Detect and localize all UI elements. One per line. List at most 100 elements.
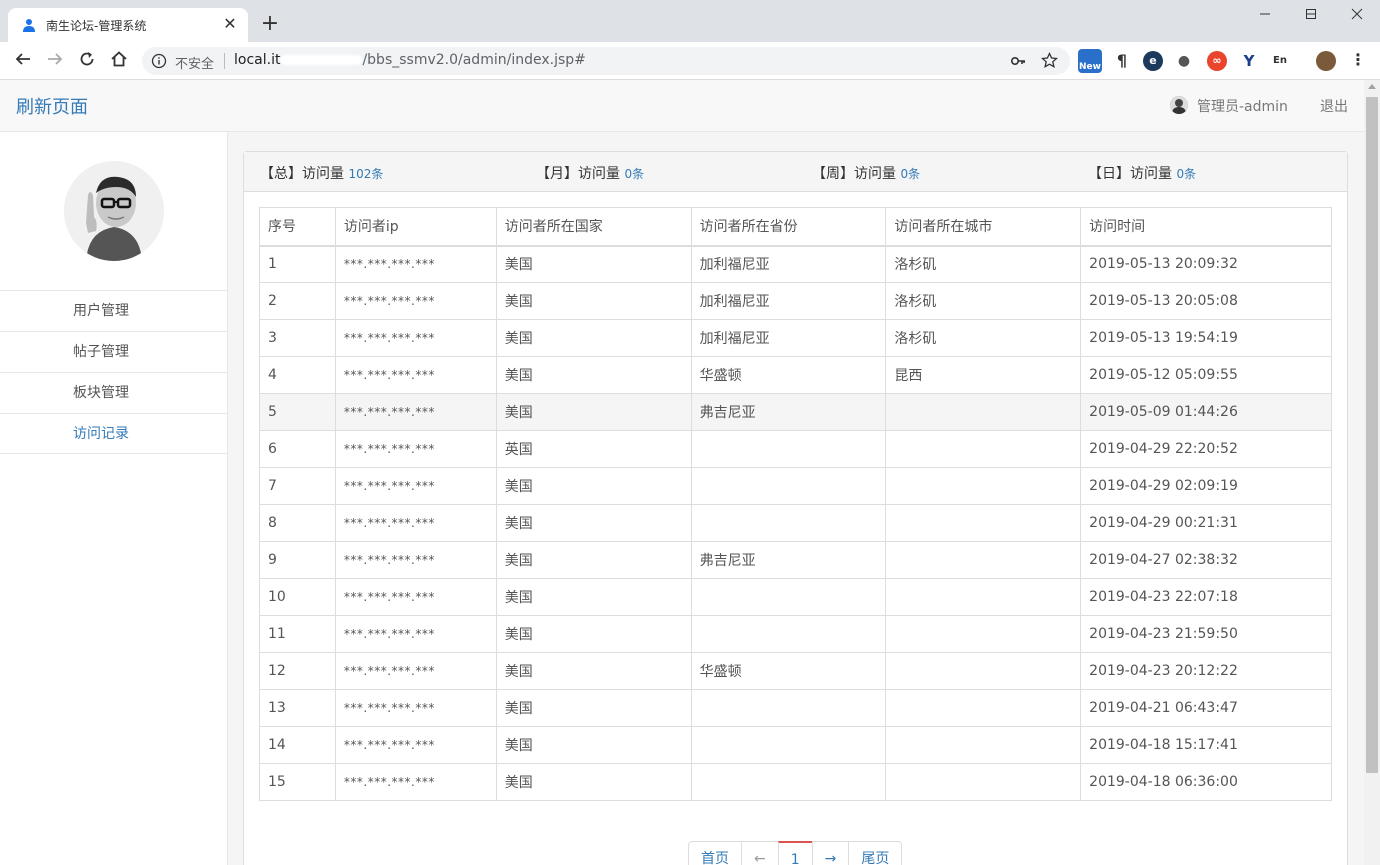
info-icon[interactable] <box>151 53 167 73</box>
extension-new-icon[interactable]: New <box>1078 49 1102 73</box>
browser-tab-bar: 南生论坛-管理系统 ✕ + <box>0 0 1380 42</box>
prev-page-button[interactable]: ← <box>741 841 779 865</box>
table-cell <box>690 726 887 764</box>
table-cell: 美国 <box>495 282 692 320</box>
scroll-thumb[interactable] <box>1366 97 1378 773</box>
key-icon[interactable] <box>1010 53 1026 73</box>
extension-v-icon[interactable]: Y <box>1239 51 1259 71</box>
home-icon[interactable] <box>108 50 130 72</box>
table-cell: 14 <box>259 726 336 764</box>
scroll-up-arrow[interactable] <box>1368 84 1376 89</box>
sidebar-item-visit-log[interactable]: 访问记录 <box>0 413 227 454</box>
extension-e-icon[interactable]: e <box>1143 51 1163 71</box>
first-page-button[interactable]: 首页 <box>688 841 742 865</box>
close-window-icon[interactable] <box>1334 4 1380 28</box>
browser-toolbar: 不安全 local.it/bbs_ssmv2.0/admin/index.jsp… <box>0 42 1380 80</box>
table-row: 12 ***.***.***.*** 美国 华盛顿 2019-04-23 20:12:2… <box>259 652 1332 690</box>
logout-link[interactable]: 退出 <box>1320 96 1348 116</box>
sidebar-item-posts[interactable]: 帖子管理 <box>0 331 227 372</box>
table-cell <box>885 393 1082 431</box>
table-cell: 8 <box>259 504 336 542</box>
menu-kebab-icon[interactable]: ⋮ <box>1348 51 1368 71</box>
table-cell: ***.***.***.*** <box>334 356 497 394</box>
table-row: 11 ***.***.***.*** 美国 2019-04-23 21:59:50 <box>259 615 1332 653</box>
table-cell <box>885 652 1082 690</box>
table-cell: 10 <box>259 578 336 616</box>
table-cell: ***.***.***.*** <box>334 763 497 801</box>
url-text[interactable]: local.it/bbs_ssmv2.0/admin/index.jsp# <box>234 52 586 68</box>
close-tab-icon[interactable]: ✕ <box>220 14 240 34</box>
extension-bulb-icon[interactable]: ● <box>1174 51 1194 71</box>
last-page-button[interactable]: 尾页 <box>848 841 903 865</box>
table-cell: 美国 <box>495 652 692 690</box>
visit-stats: 【总】访问量 102条 【月】访问量 0条 【周】访问量 0条 【日】访问量 0… <box>244 152 1347 192</box>
forward-icon[interactable] <box>44 50 66 72</box>
maximize-icon[interactable] <box>1288 4 1334 28</box>
column-header: 访问时间 <box>1080 207 1332 247</box>
table-row: 9 ***.***.***.*** 美国 弗吉尼亚 2019-04-27 02:38:3… <box>259 541 1332 579</box>
table-cell <box>690 578 887 616</box>
extension-translate-icon[interactable]: En <box>1270 51 1290 71</box>
table-cell: 美国 <box>495 393 692 431</box>
table-cell: 美国 <box>495 541 692 579</box>
next-page-button[interactable]: → <box>811 841 850 865</box>
sidebar-item-users[interactable]: 用户管理 <box>0 290 227 331</box>
sidebar-item-boards[interactable]: 板块管理 <box>0 372 227 413</box>
table-cell: ***.***.***.*** <box>334 615 497 653</box>
table-cell: 11 <box>259 615 336 653</box>
current-page-button[interactable]: 1 <box>777 841 813 865</box>
profile-avatar-icon[interactable] <box>1316 51 1336 71</box>
column-header: 访问者所在城市 <box>885 207 1082 247</box>
table-cell: ***.***.***.*** <box>334 652 497 690</box>
table-cell: 2019-04-29 00:21:31 <box>1080 504 1332 542</box>
table-cell: 洛杉矶 <box>885 319 1082 357</box>
table-row: 7 ***.***.***.*** 美国 2019-04-29 02:09:19 <box>259 467 1332 505</box>
extension-pilcrow-icon[interactable]: ¶ <box>1112 51 1132 71</box>
divider <box>224 53 225 69</box>
table-cell: 13 <box>259 689 336 727</box>
table-cell <box>690 467 887 505</box>
page-scrollbar[interactable] <box>1364 80 1380 865</box>
url-host: local.it <box>234 52 281 68</box>
minimize-icon[interactable] <box>1242 4 1288 28</box>
sidebar-item-label: 帖子管理 <box>73 344 129 360</box>
table-cell: 弗吉尼亚 <box>690 393 887 431</box>
table-row: 15 ***.***.***.*** 美国 2019-04-18 06:36:00 <box>259 763 1332 801</box>
table-cell: 15 <box>259 763 336 801</box>
table-cell: ***.***.***.*** <box>334 689 497 727</box>
table-cell: 2019-05-12 05:09:55 <box>1080 356 1332 394</box>
user-favicon-icon <box>22 18 36 32</box>
main-content: 【总】访问量 102条 【月】访问量 0条 【周】访问量 0条 【日】访问量 0… <box>228 132 1364 865</box>
visit-log-panel: 【总】访问量 102条 【月】访问量 0条 【周】访问量 0条 【日】访问量 0… <box>243 151 1348 865</box>
stat-week-label: 【周】访问量 <box>812 166 896 182</box>
url-path: /bbs_ssmv2.0/admin/index.jsp# <box>362 52 586 68</box>
stat-day-label: 【日】访问量 <box>1088 166 1172 182</box>
pagination: 首页 ← 1 → 尾页 <box>688 841 903 865</box>
refresh-page-link[interactable]: 刷新页面 <box>16 93 88 119</box>
star-icon[interactable] <box>1040 51 1059 73</box>
table-cell: 2019-04-29 02:09:19 <box>1080 467 1332 505</box>
table-cell: 2019-04-23 21:59:50 <box>1080 615 1332 653</box>
table-row: 13 ***.***.***.*** 美国 2019-04-21 06:43:47 <box>259 689 1332 727</box>
stat-total: 【总】访问量 102条 <box>260 163 383 183</box>
table-cell <box>885 578 1082 616</box>
table-cell <box>885 504 1082 542</box>
table-cell: 12 <box>259 652 336 690</box>
stat-month-value: 0条 <box>624 167 645 181</box>
stat-total-label: 【总】访问量 <box>260 166 344 182</box>
user-name[interactable]: 管理员-admin <box>1197 96 1288 116</box>
sidebar-item-label: 板块管理 <box>73 385 129 401</box>
table-cell: ***.***.***.*** <box>334 393 497 431</box>
table-row: 3 ***.***.***.*** 美国 加利福尼亚 洛杉矶 2019-05-13 19:… <box>259 319 1332 357</box>
table-cell: 9 <box>259 541 336 579</box>
back-icon[interactable] <box>12 50 34 72</box>
table-cell: 2019-04-18 15:17:41 <box>1080 726 1332 764</box>
table-cell: 5 <box>259 393 336 431</box>
reload-icon[interactable] <box>76 50 98 72</box>
extension-infinity-icon[interactable]: ∞ <box>1207 51 1227 71</box>
browser-tab[interactable]: 南生论坛-管理系统 ✕ <box>8 8 248 42</box>
table-cell: 7 <box>259 467 336 505</box>
address-bar[interactable]: 不安全 local.it/bbs_ssmv2.0/admin/index.jsp… <box>142 47 1070 75</box>
new-tab-icon[interactable]: + <box>258 12 282 36</box>
table-cell: 华盛顿 <box>690 652 887 690</box>
